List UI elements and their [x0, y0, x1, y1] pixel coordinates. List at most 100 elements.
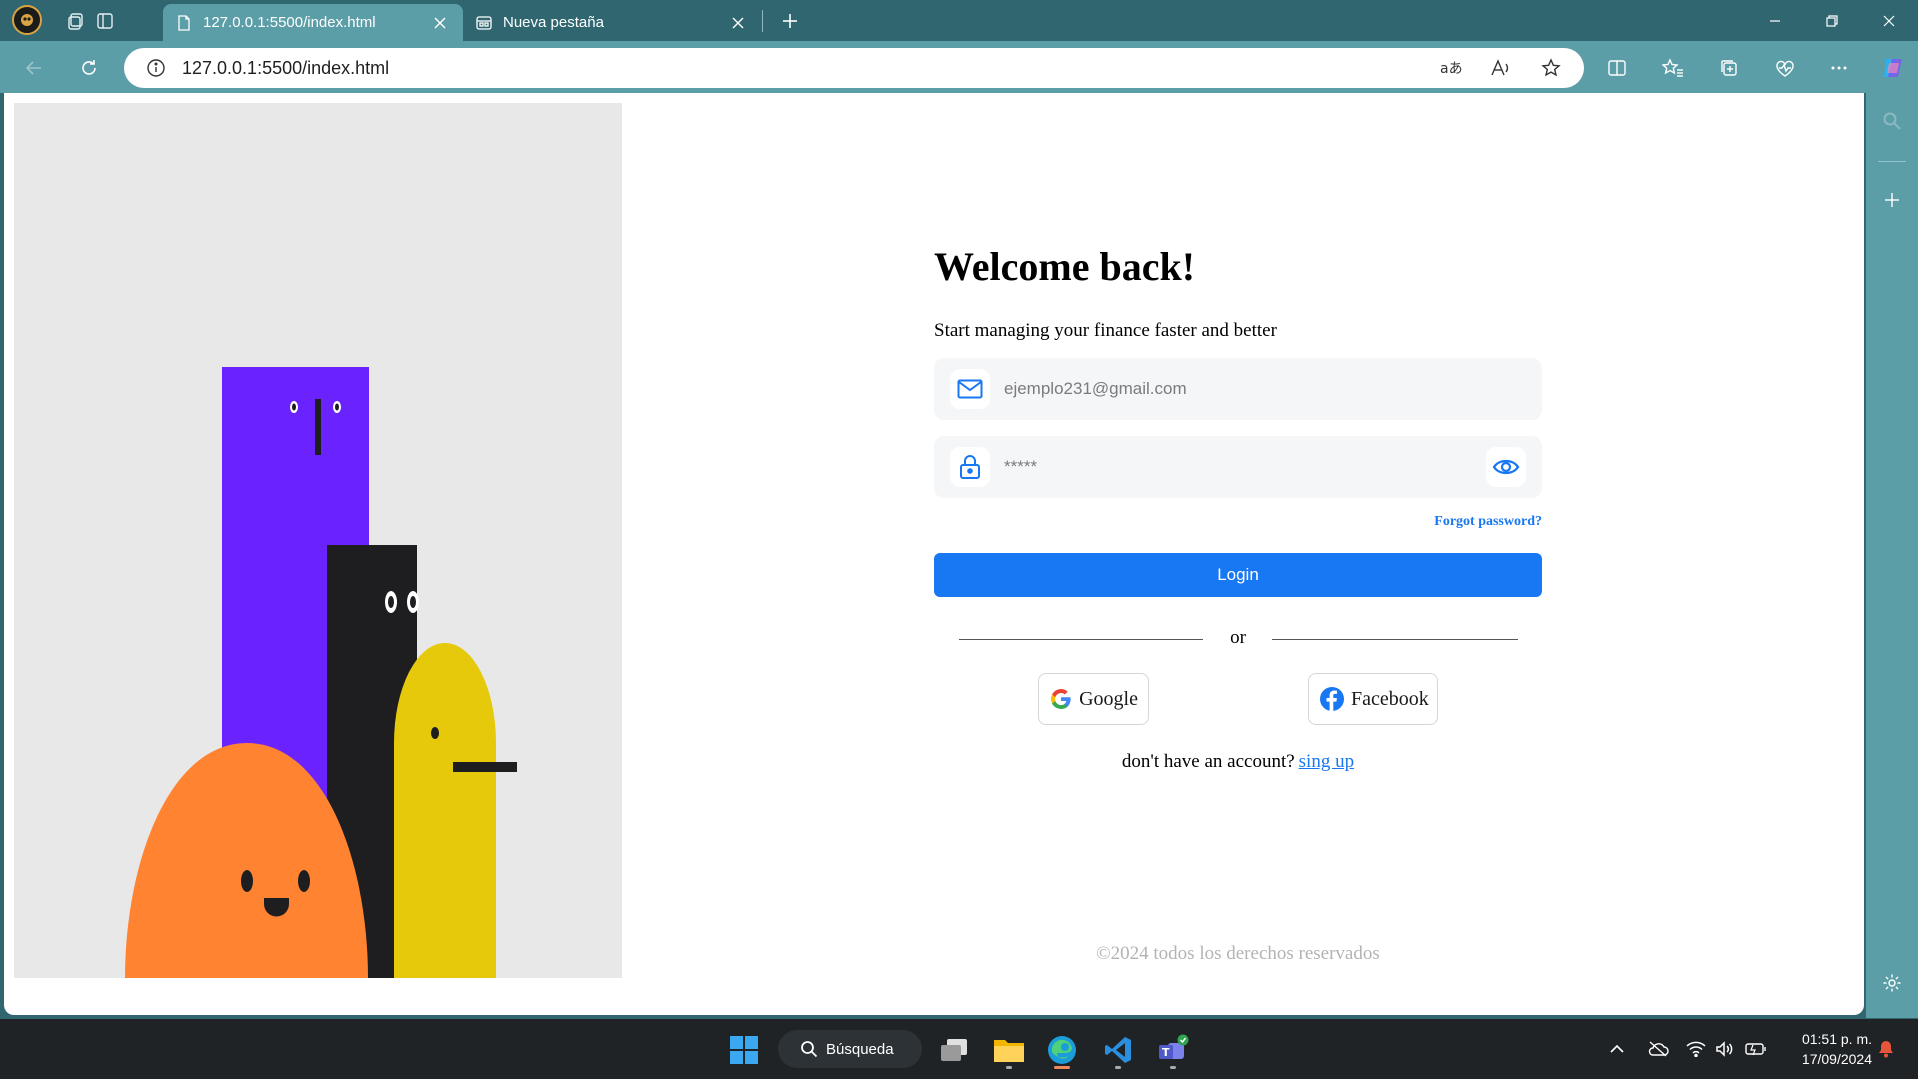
clock-time: 01:51 p. m.	[1801, 1031, 1872, 1047]
close-icon	[1883, 15, 1895, 27]
owl-icon	[21, 14, 33, 26]
forgot-password-link[interactable]: Forgot password?	[934, 514, 1542, 530]
signup-row: don't have an account? sing up	[934, 751, 1542, 773]
characters-illustration	[125, 367, 517, 978]
vertical-tabs-icon[interactable]	[91, 7, 119, 35]
split-screen-button[interactable]	[1600, 51, 1634, 85]
sidebar-settings-button[interactable]	[1878, 969, 1906, 997]
copilot-icon	[1884, 59, 1902, 77]
password-field[interactable]: *****	[934, 436, 1542, 498]
close-window-button[interactable]	[1866, 5, 1912, 37]
tab-nueva-pestana[interactable]: Nueva pestaña	[463, 4, 761, 41]
translate-icon[interactable]: aあ	[1436, 53, 1466, 83]
edge-taskbar-button[interactable]	[1040, 1029, 1084, 1071]
battery-icon[interactable]	[1744, 1037, 1768, 1061]
read-aloud-icon[interactable]	[1486, 53, 1516, 83]
close-tab-icon[interactable]	[727, 12, 749, 34]
favorite-star-icon[interactable]	[1536, 53, 1566, 83]
favorites-button[interactable]	[1656, 51, 1690, 85]
heart-pulse-icon	[1776, 60, 1794, 77]
divider-line-right	[1272, 639, 1518, 640]
browser-essentials-button[interactable]	[1768, 51, 1802, 85]
edge-sidebar	[1866, 93, 1918, 1018]
sidebar-search-button[interactable]	[1878, 107, 1906, 135]
running-indicator	[1170, 1066, 1176, 1069]
favorites-icon	[1662, 58, 1683, 77]
social-login: Google Facebook	[934, 673, 1542, 725]
google-login-button[interactable]: Google	[1038, 673, 1149, 725]
google-label: Google	[1079, 687, 1138, 710]
refresh-icon	[82, 60, 96, 75]
vscode-button[interactable]	[1096, 1029, 1140, 1071]
svg-text:aあ: aあ	[1440, 61, 1462, 77]
google-icon	[1049, 686, 1073, 712]
tray-overflow-icon[interactable]	[1605, 1037, 1629, 1061]
file-explorer-button[interactable]	[987, 1029, 1031, 1071]
restore-icon	[1826, 15, 1838, 27]
wifi-icon[interactable]	[1684, 1037, 1708, 1061]
workspaces-icon[interactable]	[62, 7, 90, 35]
taskbar-search-label: Búsqueda	[826, 1040, 894, 1058]
plus-icon	[1885, 193, 1899, 207]
folder-icon	[994, 1040, 1024, 1062]
running-indicator	[1115, 1066, 1121, 1069]
search-icon	[1883, 112, 1901, 130]
email-input[interactable]: ejemplo231@gmail.com	[1004, 379, 1187, 399]
windows-logo-icon	[730, 1036, 758, 1064]
info-icon[interactable]	[146, 58, 166, 78]
vscode-icon	[1105, 1037, 1131, 1063]
edge-icon	[1048, 1036, 1076, 1064]
facebook-label: Facebook	[1351, 687, 1429, 710]
refresh-button[interactable]	[72, 51, 106, 85]
system-clock[interactable]: 01:51 p. m. 17/09/2024	[1782, 1029, 1872, 1069]
cloud-offline-icon[interactable]	[1646, 1037, 1670, 1061]
mail-icon	[950, 369, 990, 409]
copilot-button[interactable]	[1876, 51, 1910, 85]
password-input[interactable]: *****	[1004, 457, 1037, 477]
tab-divider	[762, 10, 763, 32]
running-indicator	[1006, 1066, 1012, 1069]
split-screen-icon	[1608, 60, 1626, 76]
browser-toolbar: 127.0.0.1:5500/index.html aあ	[0, 41, 1918, 93]
teams-icon: T	[1159, 1034, 1189, 1059]
windows-taskbar: Búsqueda T 01:51 p. m. 17/09/2024	[0, 1019, 1918, 1079]
plus-icon	[783, 14, 797, 28]
email-field[interactable]: ejemplo231@gmail.com	[934, 358, 1542, 420]
page-subtitle: Start managing your finance faster and b…	[934, 320, 1277, 341]
signup-link[interactable]: sing up	[1299, 751, 1354, 772]
eye-icon[interactable]	[1486, 447, 1526, 487]
signup-prompt: don't have an account?	[1121, 751, 1295, 772]
close-tab-icon[interactable]	[429, 12, 451, 34]
sidebar-add-button[interactable]	[1878, 186, 1906, 214]
profile-avatar[interactable]	[12, 5, 42, 35]
notification-bell-icon[interactable]	[1874, 1037, 1898, 1061]
teams-button[interactable]: T	[1151, 1029, 1195, 1071]
new-tab-page-icon	[476, 15, 492, 30]
address-url[interactable]: 127.0.0.1:5500/index.html	[182, 58, 389, 79]
page-title: Welcome back!	[934, 244, 1196, 289]
file-icon	[178, 14, 190, 31]
restore-button[interactable]	[1809, 5, 1855, 37]
login-form: Welcome back! Start managing your financ…	[934, 243, 1542, 773]
volume-icon[interactable]	[1713, 1037, 1737, 1061]
tab-title: Nueva pestaña	[503, 14, 604, 31]
tab-index-html[interactable]: 127.0.0.1:5500/index.html	[163, 4, 463, 41]
facebook-login-button[interactable]: Facebook	[1308, 673, 1438, 725]
collections-button[interactable]	[1712, 51, 1746, 85]
search-icon	[801, 1041, 818, 1058]
start-button[interactable]	[722, 1029, 766, 1071]
minimize-icon	[1770, 20, 1780, 22]
task-view-button[interactable]	[932, 1029, 976, 1071]
illustration-panel	[14, 103, 622, 978]
more-menu-button[interactable]	[1822, 51, 1856, 85]
arrow-left-icon	[25, 61, 41, 75]
taskbar-search[interactable]: Búsqueda	[778, 1030, 922, 1068]
address-bar[interactable]: 127.0.0.1:5500/index.html aあ	[124, 48, 1584, 88]
minimize-button[interactable]	[1752, 5, 1798, 37]
login-button[interactable]: Login	[934, 553, 1542, 597]
or-label: or	[1230, 627, 1246, 648]
page-viewport: Welcome back! Start managing your financ…	[4, 93, 1864, 1015]
new-tab-button[interactable]	[776, 7, 804, 35]
back-button[interactable]	[17, 51, 51, 85]
clock-date: 17/09/2024	[1801, 1051, 1872, 1067]
